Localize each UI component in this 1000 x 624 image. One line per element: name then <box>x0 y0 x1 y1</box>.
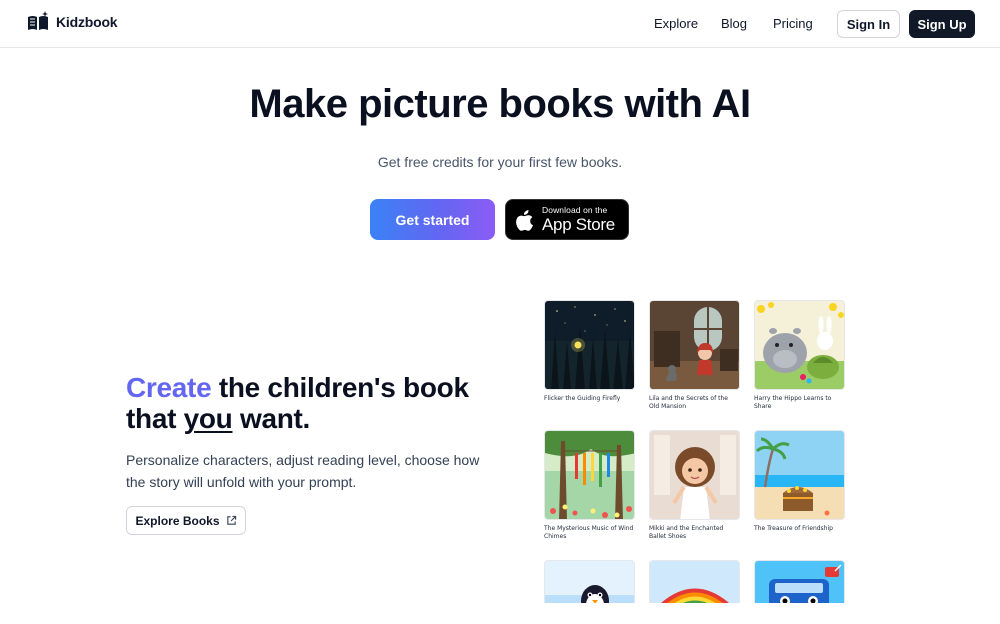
hero-subtitle: Get free credits for your first few book… <box>377 154 623 170</box>
book-cover[interactable] <box>754 430 845 520</box>
explore-books-label: Explore Books <box>135 513 220 528</box>
feature-heading: Create the children's book that you want… <box>126 372 486 434</box>
sign-up-button[interactable]: Sign Up <box>909 10 975 38</box>
book-title: The Mysterious Music of Wind Chimes <box>544 525 634 540</box>
nav-blog[interactable]: Blog <box>721 16 747 31</box>
apple-icon <box>516 209 533 231</box>
book-cover[interactable] <box>754 560 845 603</box>
book-card[interactable] <box>649 560 740 603</box>
book-card[interactable]: The Mysterious Music of Wind Chimes <box>544 430 635 540</box>
app-store-small-text: Download on the <box>542 204 608 215</box>
book-card[interactable] <box>544 560 635 603</box>
explore-books-button[interactable]: Explore Books <box>126 506 246 535</box>
sign-in-button[interactable]: Sign In <box>837 10 900 38</box>
app-store-big-text: App Store <box>542 215 615 235</box>
book-title: Lila and the Secrets of the Old Mansion <box>649 395 728 410</box>
book-cover[interactable] <box>754 300 845 390</box>
book-card[interactable]: Mikki and the Enchanted Ballet Shoes <box>649 430 740 540</box>
feature-heading-end: want. <box>232 403 311 434</box>
book-title: Harry the Hippo Learns to Share <box>754 395 832 410</box>
book-cover[interactable] <box>544 300 635 390</box>
get-started-button[interactable]: Get started <box>370 199 495 240</box>
book-card[interactable] <box>754 560 845 603</box>
book-cover[interactable] <box>544 560 635 603</box>
hero-title: Make picture books with AI <box>249 82 751 126</box>
book-card[interactable]: Lila and the Secrets of the Old Mansion <box>649 300 740 410</box>
nav-pricing[interactable]: Pricing <box>773 16 813 31</box>
book-title: The Treasure of Friendship <box>754 525 833 532</box>
app-store-button[interactable]: Download on the App Store <box>505 199 629 240</box>
book-title: Flicker the Guiding Firefly <box>544 395 621 402</box>
brand-logo[interactable]: Kidzbook <box>26 11 118 33</box>
book-cover[interactable] <box>544 430 635 520</box>
external-link-icon <box>226 515 236 525</box>
book-cover[interactable] <box>649 300 740 390</box>
book-title: Mikki and the Enchanted Ballet Shoes <box>649 525 724 540</box>
book-cover[interactable] <box>649 430 740 520</box>
book-card[interactable]: Harry the Hippo Learns to Share <box>754 300 845 410</box>
book-card[interactable]: The Treasure of Friendship <box>754 430 845 533</box>
book-grid: Flicker the Guiding Firefly Lila and the… <box>544 300 846 603</box>
feature-heading-underlined: you <box>183 403 233 434</box>
brand-name: Kidzbook <box>56 14 118 30</box>
site-header: Kidzbook Explore Blog Pricing Sign In Si… <box>0 0 1000 48</box>
feature-description: Personalize characters, adjust reading l… <box>126 452 480 490</box>
open-book-sparkle-icon <box>28 11 48 30</box>
feature-heading-accent: Create <box>126 372 212 403</box>
book-card[interactable]: Flicker the Guiding Firefly <box>544 300 635 403</box>
book-cover[interactable] <box>649 560 740 603</box>
nav-explore[interactable]: Explore <box>654 16 698 31</box>
